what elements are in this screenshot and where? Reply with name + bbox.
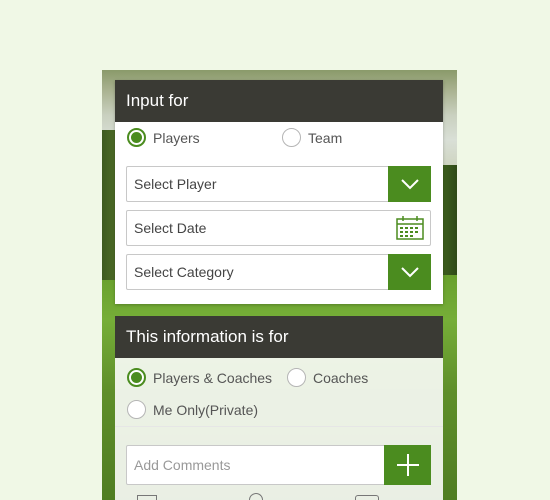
comments-placeholder: Add Comments bbox=[134, 457, 231, 473]
tab-bar-icon[interactable] bbox=[355, 495, 379, 500]
select-date-label: Select Date bbox=[134, 220, 207, 236]
select-player-dropdown[interactable]: Select Player bbox=[126, 166, 431, 202]
add-comments-input[interactable]: Add Comments bbox=[126, 445, 431, 485]
chevron-down-icon bbox=[400, 267, 419, 278]
radio-label: Players & Coaches bbox=[153, 369, 273, 386]
radio-label: Team bbox=[308, 129, 343, 146]
radio-me-only[interactable]: Me Only(Private) bbox=[127, 400, 258, 419]
radio-checked-icon bbox=[127, 128, 146, 147]
select-category-label: Select Category bbox=[134, 264, 234, 280]
radio-unchecked-icon bbox=[287, 368, 306, 387]
radio-unchecked-icon bbox=[127, 400, 146, 419]
radio-players-coaches[interactable]: Players & Coaches bbox=[127, 368, 272, 387]
radio-team[interactable]: Team bbox=[282, 128, 342, 147]
input-for-card: Input for Players Team Select Player Sel… bbox=[115, 80, 443, 304]
radio-checked-icon bbox=[127, 368, 146, 387]
select-category-dropdown[interactable]: Select Category bbox=[126, 254, 431, 290]
radio-unchecked-icon bbox=[282, 128, 301, 147]
dropdown-button[interactable] bbox=[388, 166, 431, 202]
tab-bar-icon[interactable] bbox=[249, 493, 263, 500]
select-date-field[interactable]: Select Date bbox=[126, 210, 431, 246]
input-for-radio-group: Players Team bbox=[115, 122, 443, 154]
radio-label: Me Only(Private) bbox=[153, 401, 259, 418]
dropdown-button[interactable] bbox=[388, 254, 431, 290]
radio-label: Players bbox=[153, 129, 200, 146]
radio-players[interactable]: Players bbox=[127, 128, 200, 147]
select-player-label: Select Player bbox=[134, 176, 217, 192]
info-for-header: This information is for bbox=[115, 316, 443, 358]
calendar-icon[interactable] bbox=[396, 216, 424, 240]
divider bbox=[115, 426, 443, 427]
info-for-card: Players & Coaches Coaches Me Only(Privat… bbox=[115, 358, 443, 500]
add-comment-button[interactable] bbox=[384, 445, 431, 485]
plus-icon bbox=[396, 454, 419, 476]
input-for-header: Input for bbox=[115, 80, 443, 122]
tab-bar-icon[interactable] bbox=[137, 495, 157, 500]
app-screen: Input for Players Team Select Player Sel… bbox=[102, 70, 457, 500]
chevron-down-icon bbox=[400, 179, 419, 190]
radio-label: Coaches bbox=[313, 369, 369, 386]
radio-coaches[interactable]: Coaches bbox=[287, 368, 368, 387]
